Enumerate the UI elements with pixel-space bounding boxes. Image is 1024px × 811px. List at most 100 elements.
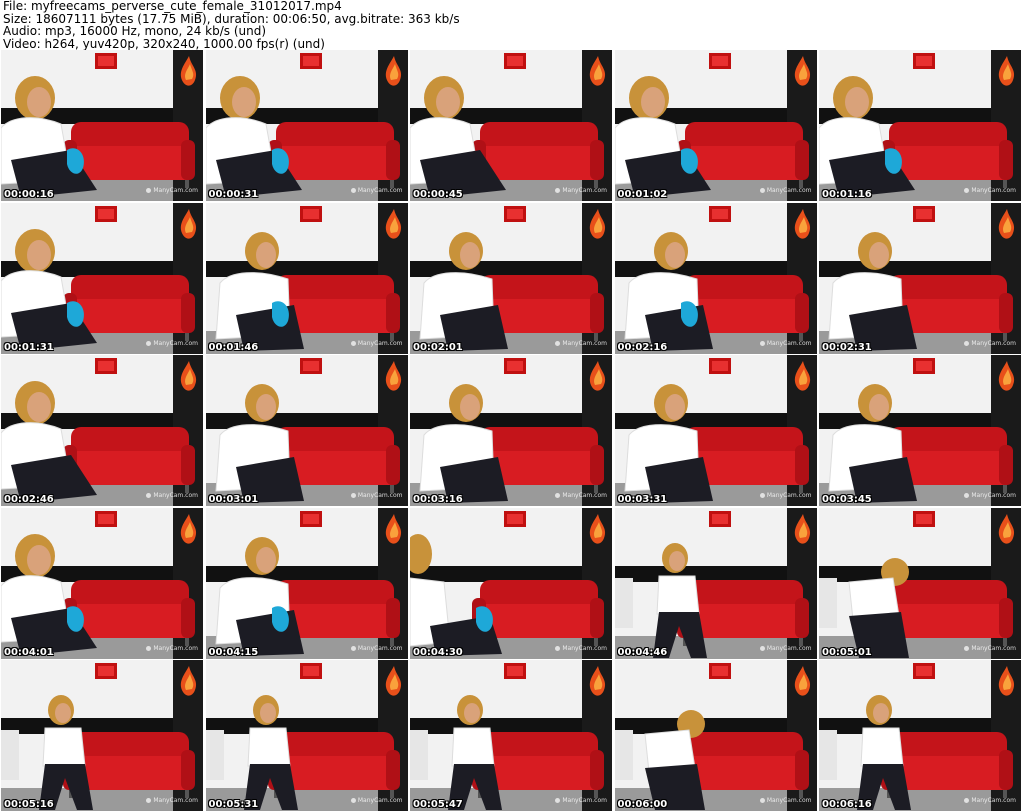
video-thumbnail[interactable]: ManyCam.com 00:02:01 — [410, 202, 612, 354]
video-thumbnail[interactable]: ManyCam.com 00:05:47 — [410, 660, 612, 811]
manycam-logo-icon — [350, 340, 356, 346]
video-thumbnail[interactable]: ManyCam.com 00:05:31 — [205, 660, 408, 811]
thumbnail-timestamp: 00:01:02 — [617, 189, 668, 200]
video-thumbnail[interactable]: ManyCam.com 00:00:45 — [410, 50, 612, 201]
manycam-logo-icon — [350, 188, 356, 193]
video-thumbnail[interactable]: ManyCam.com 00:01:46 — [205, 202, 408, 354]
video-thumbnail[interactable]: ManyCam.com 00:00:16 — [1, 50, 203, 201]
video-thumbnail[interactable]: ManyCam.com 00:06:16 — [819, 660, 1021, 811]
watermark-text: ManyCam.com — [357, 339, 403, 347]
thumbnail-timestamp: 00:03:16 — [413, 494, 463, 505]
thumbnail-timestamp: 00:06:00 — [617, 799, 668, 810]
manycam-logo-icon — [146, 645, 152, 651]
thumbnail-scene — [410, 355, 612, 506]
thumbnail-timestamp: 00:01:31 — [4, 341, 54, 353]
manycam-watermark: ManyCam.com — [350, 187, 403, 194]
manycam-watermark: ManyCam.com — [964, 492, 1016, 499]
watermark-text: ManyCam.com — [971, 797, 1016, 804]
manycam-logo-icon — [555, 493, 561, 498]
manycam-watermark: ManyCam.com — [350, 492, 403, 499]
video-thumbnail[interactable]: ManyCam.com 00:02:46 — [1, 355, 203, 506]
watermark-text: ManyCam.com — [153, 187, 198, 194]
watermark-text: ManyCam.com — [766, 797, 812, 804]
manycam-logo-icon — [964, 340, 970, 346]
thumbnail-scene — [819, 50, 1021, 201]
watermark-text: ManyCam.com — [971, 492, 1016, 499]
manycam-watermark: ManyCam.com — [964, 797, 1016, 804]
thumbnail-timestamp: 00:02:01 — [413, 341, 463, 353]
video-thumbnail[interactable]: ManyCam.com 00:04:01 — [1, 507, 203, 659]
watermark-text: ManyCam.com — [153, 492, 198, 499]
manycam-logo-icon — [146, 493, 152, 498]
manycam-watermark: ManyCam.com — [759, 645, 812, 652]
video-thumbnail[interactable]: ManyCam.com 00:04:30 — [410, 507, 612, 659]
video-thumbnail[interactable]: ManyCam.com 00:04:15 — [205, 507, 408, 659]
thumbnail-scene — [614, 202, 817, 354]
thumbnail-scene — [1, 660, 203, 811]
manycam-logo-icon — [759, 645, 765, 651]
manycam-watermark: ManyCam.com — [964, 645, 1016, 652]
manycam-logo-icon — [964, 798, 970, 803]
video-thumbnail[interactable]: ManyCam.com 00:05:01 — [819, 507, 1021, 659]
audio-info-line: Audio: mp3, 16000 Hz, mono, 24 kb/s (und… — [3, 24, 267, 38]
video-thumbnail[interactable]: ManyCam.com 00:00:31 — [205, 50, 408, 201]
video-thumbnail[interactable]: ManyCam.com 00:03:01 — [205, 355, 408, 506]
manycam-watermark: ManyCam.com — [555, 187, 607, 194]
watermark-text: ManyCam.com — [766, 187, 812, 194]
thumbnail-timestamp: 00:04:30 — [413, 646, 463, 658]
video-thumbnail[interactable]: ManyCam.com 00:03:16 — [410, 355, 612, 506]
manycam-watermark: ManyCam.com — [759, 187, 812, 194]
thumbnail-timestamp: 00:02:31 — [822, 341, 872, 353]
video-thumbnail[interactable]: ManyCam.com 00:01:31 — [1, 202, 203, 354]
manycam-logo-icon — [555, 188, 561, 193]
thumbnail-timestamp: 00:05:01 — [822, 646, 872, 658]
watermark-text: ManyCam.com — [357, 492, 403, 499]
manycam-logo-icon — [759, 493, 765, 498]
thumbnail-timestamp: 00:03:45 — [822, 494, 872, 505]
watermark-text: ManyCam.com — [153, 797, 198, 804]
video-thumbnail[interactable]: ManyCam.com 00:03:31 — [614, 355, 817, 506]
thumbnail-timestamp: 00:03:01 — [208, 494, 259, 505]
video-thumbnail[interactable]: ManyCam.com 00:04:46 — [614, 507, 817, 659]
manycam-watermark: ManyCam.com — [555, 645, 607, 652]
thumbnail-scene — [1, 202, 203, 354]
manycam-logo-icon — [146, 798, 152, 803]
manycam-logo-icon — [964, 188, 970, 193]
thumbnail-timestamp: 00:03:31 — [617, 494, 668, 505]
manycam-watermark: ManyCam.com — [555, 340, 607, 347]
thumbnail-timestamp: 00:01:46 — [208, 341, 259, 353]
thumbnail-scene — [410, 660, 612, 811]
video-thumbnail[interactable]: ManyCam.com 00:03:45 — [819, 355, 1021, 506]
thumbnail-timestamp: 00:05:16 — [4, 799, 54, 810]
thumbnail-scene — [205, 202, 408, 354]
manycam-logo-icon — [759, 188, 765, 193]
manycam-watermark: ManyCam.com — [350, 644, 403, 652]
manycam-logo-icon — [350, 645, 356, 651]
manycam-logo-icon — [555, 645, 561, 651]
manycam-watermark: ManyCam.com — [146, 797, 198, 804]
manycam-logo-icon — [350, 798, 356, 803]
manycam-watermark: ManyCam.com — [146, 340, 198, 347]
manycam-logo-icon — [146, 340, 152, 346]
manycam-watermark: ManyCam.com — [759, 492, 812, 499]
video-thumbnail[interactable]: ManyCam.com 00:05:16 — [1, 660, 203, 811]
manycam-watermark: ManyCam.com — [964, 340, 1016, 347]
video-thumbnail[interactable]: ManyCam.com 00:02:31 — [819, 202, 1021, 354]
thumbnail-timestamp: 00:01:16 — [822, 189, 872, 200]
thumbnail-scene — [819, 660, 1021, 811]
video-thumbnail[interactable]: ManyCam.com 00:01:16 — [819, 50, 1021, 201]
watermark-text: ManyCam.com — [971, 644, 1016, 652]
manycam-watermark: ManyCam.com — [146, 492, 198, 499]
watermark-text: ManyCam.com — [562, 339, 607, 347]
thumbnail-scene — [1, 507, 203, 659]
thumbnail-scene — [819, 355, 1021, 506]
thumbnail-timestamp: 00:00:45 — [413, 189, 463, 200]
watermark-text: ManyCam.com — [357, 644, 403, 652]
thumbnail-scene — [410, 202, 612, 354]
video-thumbnail[interactable]: ManyCam.com 00:02:16 — [614, 202, 817, 354]
video-thumbnail[interactable]: ManyCam.com 00:06:00 — [614, 660, 817, 811]
file-name-line: File: myfreecams_perverse_cute_female_31… — [3, 0, 342, 13]
thumbnail-scene — [205, 355, 408, 506]
manycam-logo-icon — [146, 188, 152, 193]
video-thumbnail[interactable]: ManyCam.com 00:01:02 — [614, 50, 817, 201]
